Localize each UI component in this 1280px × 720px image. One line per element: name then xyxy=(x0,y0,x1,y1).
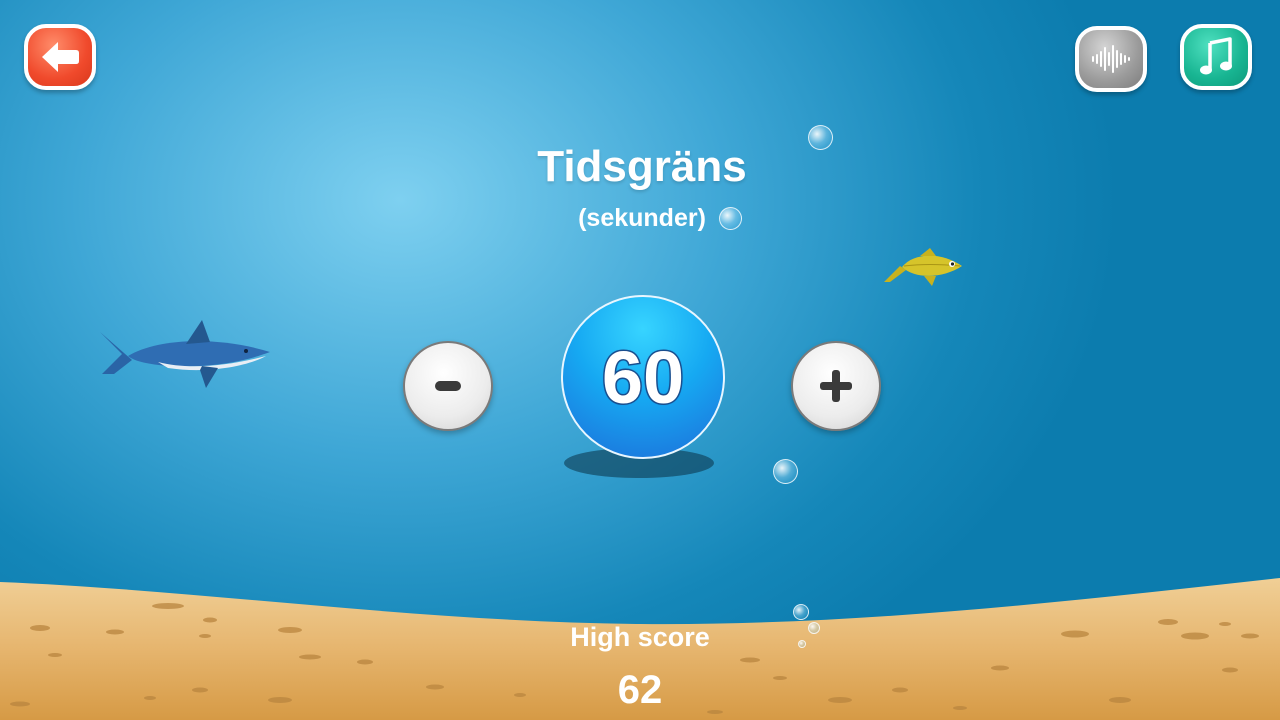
game-scene: Tidsgräns (sekunder) 60 High score 62 xyxy=(0,0,1280,720)
back-button[interactable] xyxy=(24,24,96,90)
music-note-icon xyxy=(1200,37,1232,75)
high-score-value: 62 xyxy=(617,668,663,712)
minus-icon xyxy=(435,381,461,391)
yellow-fish xyxy=(882,248,962,286)
bubble xyxy=(719,207,742,230)
decrease-button[interactable] xyxy=(403,341,493,431)
sound-toggle-button[interactable] xyxy=(1075,26,1147,92)
arrow-left-icon xyxy=(42,42,79,72)
plus-icon xyxy=(820,370,852,402)
sound-wave-icon xyxy=(1092,45,1130,73)
bubble xyxy=(793,604,809,620)
shark xyxy=(100,320,270,388)
music-toggle-button[interactable] xyxy=(1180,24,1252,90)
bubble xyxy=(773,459,798,484)
bubble xyxy=(808,125,833,150)
time-limit-display: 60 xyxy=(561,295,725,459)
bubble xyxy=(808,622,820,634)
increase-button[interactable] xyxy=(791,341,881,431)
time-limit-value: 60 xyxy=(600,334,685,420)
page-title: Tidsgräns xyxy=(537,142,747,191)
bubble xyxy=(798,640,806,648)
unit-subtitle: (sekunder) xyxy=(578,204,706,232)
high-score-label: High score xyxy=(570,622,710,652)
